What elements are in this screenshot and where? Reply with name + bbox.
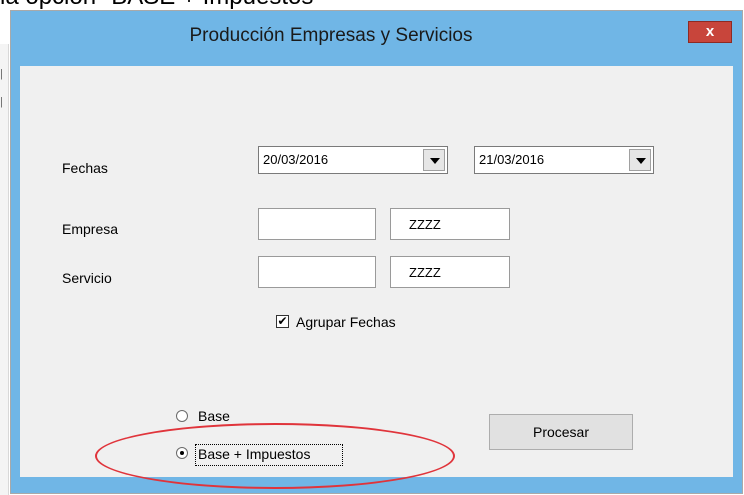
agrupar-fechas-checkbox[interactable]: ✔: [276, 315, 289, 328]
fecha-hasta-combo[interactable]: 21/03/2016: [474, 146, 654, 174]
servicio-from-input[interactable]: [258, 256, 376, 288]
empresa-to-input[interactable]: ZZZZ: [390, 208, 510, 240]
close-button[interactable]: x: [688, 21, 732, 43]
agrupar-fechas-label: Agrupar Fechas: [296, 314, 396, 330]
side-mark: |: [0, 96, 3, 108]
titlebar: Producción Empresas y Servicios x: [11, 11, 742, 66]
checkmark-icon: ✔: [277, 314, 288, 328]
servicio-label: Servicio: [62, 270, 112, 286]
servicio-to-value: ZZZZ: [409, 265, 441, 280]
window-frame-right: [733, 66, 742, 477]
header-caption: la opción "BASE + Impuestos": [0, 0, 744, 10]
servicio-to-input[interactable]: ZZZZ: [390, 256, 510, 288]
radio-base[interactable]: [176, 410, 188, 422]
window-frame-left: [11, 66, 20, 477]
empresa-to-value: ZZZZ: [409, 217, 441, 232]
fecha-desde-combo[interactable]: 20/03/2016: [258, 146, 448, 174]
radio-base-label: Base: [198, 408, 230, 424]
fecha-hasta-value: 21/03/2016: [479, 152, 545, 167]
dropdown-arrow-icon[interactable]: [629, 149, 651, 171]
dialog-window: Producción Empresas y Servicios x: [10, 10, 743, 494]
fecha-desde-value: 20/03/2016: [263, 152, 329, 167]
highlight-ellipse: [95, 423, 455, 489]
side-mark: |: [0, 68, 3, 80]
background-side-strip: | |: [0, 44, 9, 495]
fechas-label: Fechas: [62, 160, 108, 176]
empresa-from-input[interactable]: [258, 208, 376, 240]
window-title: Producción Empresas y Servicios: [189, 25, 473, 46]
dropdown-arrow-icon[interactable]: [423, 149, 445, 171]
empresa-label: Empresa: [62, 221, 119, 237]
procesar-button[interactable]: Procesar: [489, 414, 633, 450]
